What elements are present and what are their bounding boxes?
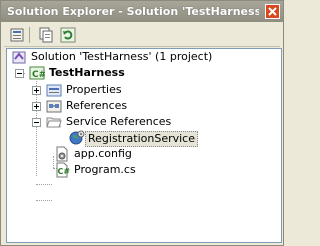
service-references-label: Service References [66,115,172,128]
solution-explorer-window: Solution Explorer - Solution 'TestHarnes… [0,0,284,246]
app-config-label: app.config [74,147,132,160]
registration-service-label: RegistrationService [88,132,195,145]
show-all-files-icon [39,27,53,43]
expand-expander[interactable] [32,86,41,95]
window-title: Solution Explorer - Solution 'TestHarnes… [7,5,259,18]
properties-icon [10,28,24,42]
tree-item-registration-service[interactable]: RegistrationService [7,130,279,147]
refresh-button[interactable] [59,26,77,44]
tree-item-app-config[interactable]: app.config [7,146,279,162]
tree-item-service-references[interactable]: Service References [7,114,279,130]
toolbar [4,24,280,47]
folder-open-icon [46,117,62,128]
close-button[interactable] [265,4,280,19]
tree-item-properties[interactable]: Properties [7,82,279,98]
solution-icon [12,51,26,64]
project-label: TestHarness [49,66,125,79]
minus-icon [17,73,22,74]
solution-label: Solution 'TestHarness' (1 project) [31,50,213,63]
selection-highlight: RegistrationService [85,131,198,147]
properties-label: Properties [66,83,122,96]
show-all-files-button[interactable] [37,26,55,44]
csharp-project-icon: C# [29,66,45,80]
plus-icon [34,104,39,109]
properties-button[interactable] [8,26,26,44]
title-bar[interactable]: Solution Explorer - Solution 'TestHarnes… [1,1,283,22]
tree-item-solution[interactable]: Solution 'TestHarness' (1 project) [7,49,279,65]
toolbar-separator [29,27,30,43]
tree-item-program-cs[interactable]: C# Program.cs [7,162,279,178]
globe-service-icon [69,130,85,145]
minus-icon [34,122,39,123]
references-folder-icon [46,100,62,113]
plus-icon [34,88,39,93]
svg-text:C#: C# [32,70,45,80]
program-cs-label: Program.cs [74,163,136,176]
tree-item-project[interactable]: C# TestHarness [7,65,279,81]
svg-text:C#: C# [58,167,71,176]
csharp-file-icon: C# [56,162,71,178]
collapse-expander[interactable] [32,118,41,127]
properties-folder-icon [46,84,62,97]
tree-line [36,200,52,201]
solution-tree[interactable]: Solution 'TestHarness' (1 project) C# Te… [6,48,282,243]
tree-item-references[interactable]: References [7,98,279,114]
config-file-icon [56,146,68,162]
refresh-icon [60,27,76,43]
tree-line [36,184,52,185]
close-icon [268,7,277,16]
expand-expander[interactable] [32,102,41,111]
collapse-expander[interactable] [15,69,24,78]
references-label: References [66,99,128,112]
